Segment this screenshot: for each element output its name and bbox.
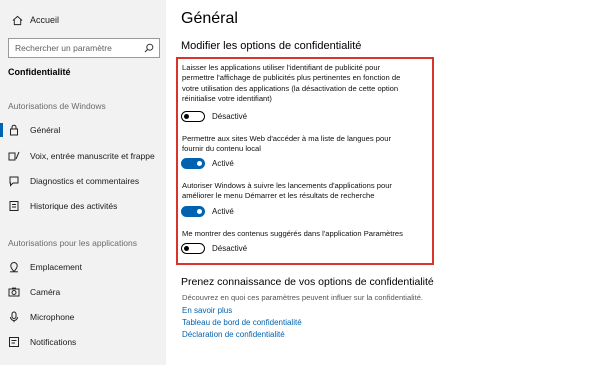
toggle-state-label: Activé: [212, 159, 234, 168]
microphone-pen-icon: [7, 150, 21, 162]
location-icon: [7, 261, 21, 273]
sidebar-item-label: Microphone: [30, 312, 75, 322]
suggested-content-toggle[interactable]: [181, 243, 205, 254]
sidebar-item-label: Emplacement: [30, 262, 82, 272]
history-icon: [7, 200, 21, 212]
privacy-dashboard-link[interactable]: Tableau de bord de confidentialité: [182, 318, 302, 327]
option-app-launch-tracking-text: Autoriser Windows à suivre les lancement…: [182, 181, 430, 202]
sidebar-item-location[interactable]: Emplacement: [0, 258, 166, 276]
sidebar-item-label: Caméra: [30, 287, 61, 297]
sidebar-item-notifications[interactable]: Notifications: [0, 333, 166, 351]
option-text-line: Laisser les applications utiliser l'iden…: [182, 63, 381, 72]
settings-search-box[interactable]: Rechercher un paramètre: [8, 38, 160, 58]
option-advertising-id-text: Laisser les applications utiliser l'iden…: [182, 63, 430, 104]
search-placeholder: Rechercher un paramètre: [15, 43, 112, 53]
sidebar-item-general[interactable]: Général: [0, 121, 166, 139]
sidebar-item-diagnostics[interactable]: Diagnostics et commentaires: [0, 172, 166, 190]
option-text-line: Permettre aux sites Web d'accéder à ma l…: [182, 134, 391, 143]
search-icon[interactable]: [143, 42, 155, 54]
option-text-line: réinitialise votre identifiant): [182, 93, 272, 103]
sidebar-item-camera[interactable]: Caméra: [0, 283, 166, 301]
option-text-line: permettre l'affichage de publicités plus…: [182, 73, 401, 83]
home-icon: [10, 15, 24, 26]
option-text-line: Autoriser Windows à suivre les lancement…: [182, 181, 392, 190]
sidebar-item-label: Diagnostics et commentaires: [30, 176, 140, 186]
option-suggested-content-text: Me montrer des contenus suggérés dans l'…: [182, 229, 430, 239]
section-title: Confidentialité: [8, 67, 71, 77]
privacy-options-description: Découvrez en quoi ces paramètres peuvent…: [182, 293, 424, 302]
settings-sidebar: Accueil Rechercher un paramètre Confiden…: [0, 0, 166, 365]
language-list-toggle[interactable]: [181, 158, 205, 169]
option-text-line: Me montrer des contenus suggérés dans l'…: [182, 229, 403, 238]
option-text-line: améliorer le menu Démarrer et les résult…: [182, 191, 375, 201]
privacy-statement-link[interactable]: Déclaration de confidentialité: [182, 330, 285, 339]
option-text-line: fournir du contenu local: [182, 144, 261, 154]
advertising-id-toggle[interactable]: [181, 111, 205, 122]
privacy-options-heading: Prenez connaissance de vos options de co…: [181, 276, 434, 288]
notifications-icon: [7, 336, 21, 348]
page-title: Général: [181, 10, 238, 27]
camera-icon: [7, 286, 21, 298]
option-text-line: votre utilisation des applications (la d…: [182, 83, 399, 93]
feedback-icon: [7, 175, 21, 187]
home-nav-link[interactable]: Accueil: [10, 12, 59, 28]
microphone-icon: [7, 311, 21, 323]
toggle-state-label: Activé: [212, 207, 234, 216]
group-title-windows-permissions: Autorisations de Windows: [8, 101, 106, 111]
home-label: Accueil: [30, 15, 60, 25]
sidebar-item-activity-history[interactable]: Historique des activités: [0, 197, 166, 215]
section-heading: Modifier les options de confidentialité: [181, 40, 362, 52]
sidebar-item-label: Voix, entrée manuscrite et frappe: [30, 151, 155, 161]
toggle-state-label: Désactivé: [212, 112, 248, 121]
toggle-state-label: Désactivé: [212, 244, 248, 253]
app-launch-tracking-toggle[interactable]: [181, 206, 205, 217]
learn-more-link[interactable]: En savoir plus: [182, 306, 232, 315]
sidebar-item-label: Général: [30, 125, 61, 135]
option-language-list-text: Permettre aux sites Web d'accéder à ma l…: [182, 134, 430, 155]
group-title-app-permissions: Autorisations pour les applications: [8, 238, 137, 248]
sidebar-item-microphone[interactable]: Microphone: [0, 308, 166, 326]
lock-icon: [7, 124, 21, 136]
sidebar-item-speech[interactable]: Voix, entrée manuscrite et frappe: [0, 147, 166, 165]
sidebar-item-label: Notifications: [30, 337, 77, 347]
sidebar-item-label: Historique des activités: [30, 201, 118, 211]
